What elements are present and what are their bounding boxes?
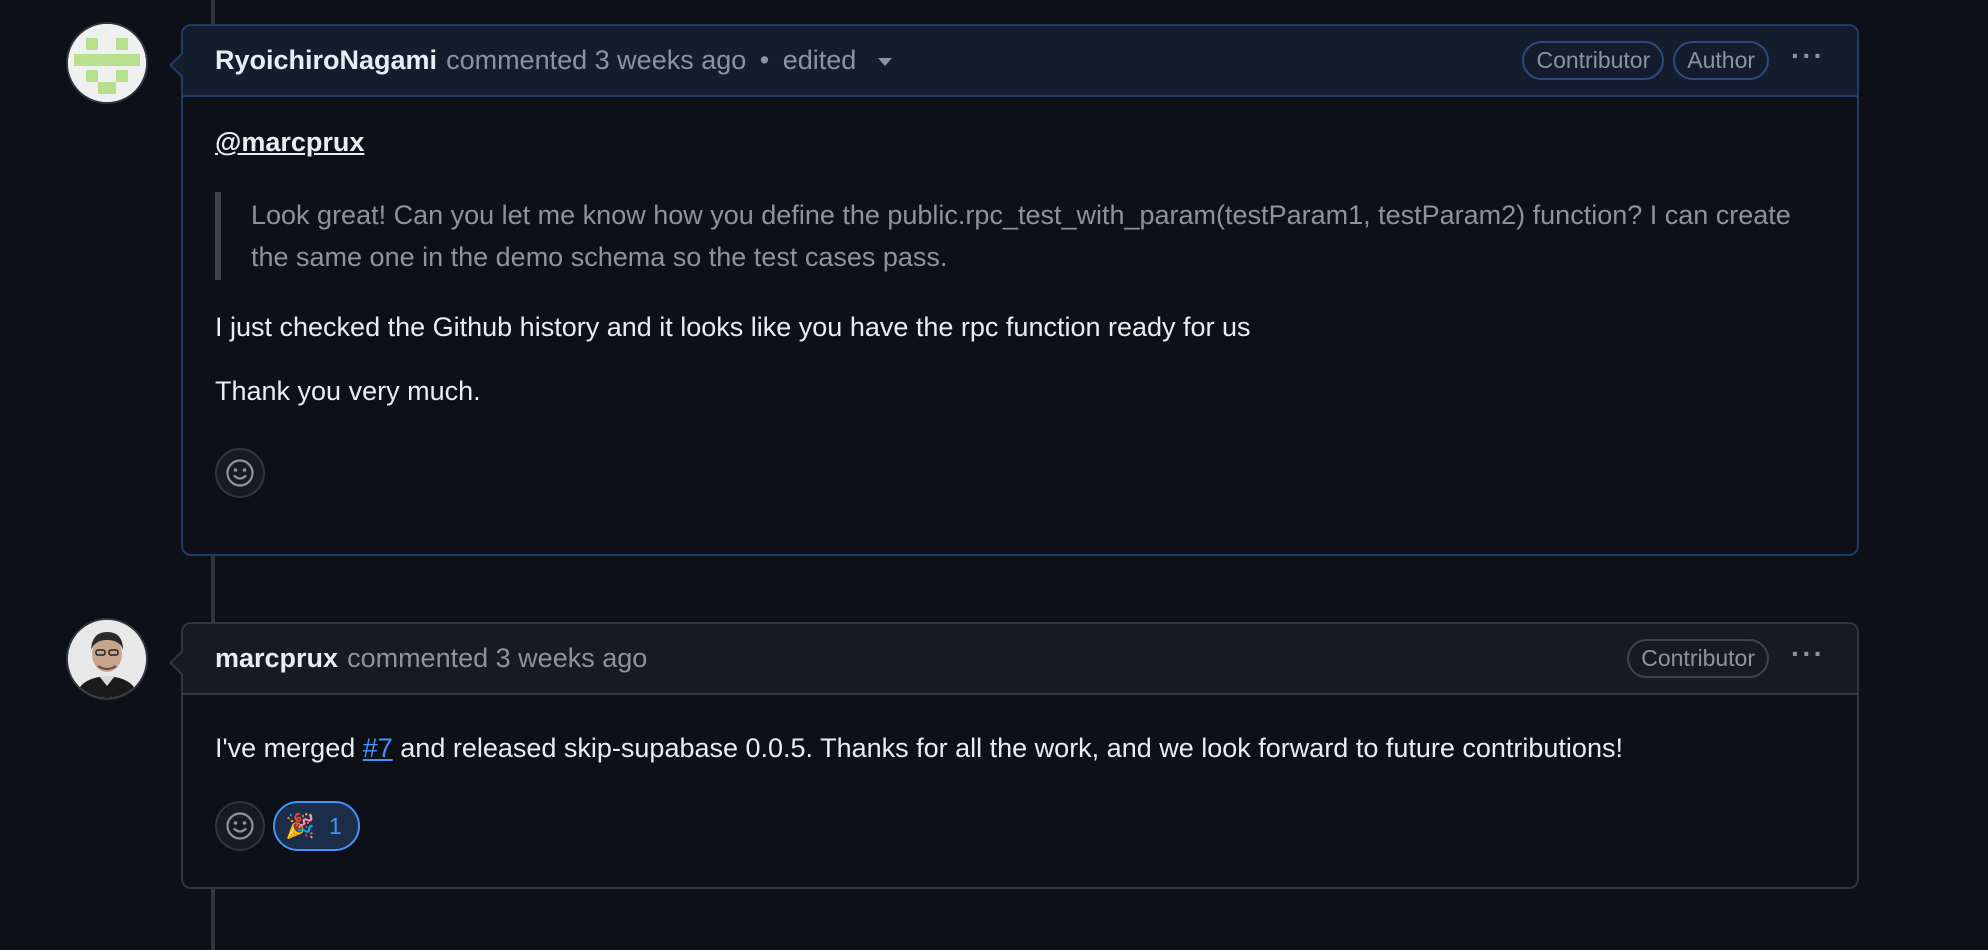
edited-separator: • [759, 45, 770, 75]
comment-author[interactable]: marcprux [215, 643, 338, 674]
comment-pointer [169, 52, 183, 78]
contributor-badge: Contributor [1627, 639, 1770, 678]
comment-header: marcprux commented 3 weeks ago Contribut… [169, 624, 1857, 695]
quoted-reply: Look great! Can you let me know how you … [215, 192, 1825, 280]
comment-paragraph: I've merged #7 and released skip-supabas… [215, 731, 1825, 765]
avatar-marcprux[interactable] [66, 618, 148, 700]
reactions-bar [215, 438, 1825, 524]
identicon-avatar [68, 24, 146, 102]
triangle-down-icon[interactable] [877, 57, 892, 66]
party-popper-icon: 🎉 [285, 812, 315, 840]
comment-paragraph: I just checked the Github history and it… [215, 312, 1251, 342]
comment-header: RyoichiroNagami commented 3 weeks ago • … [169, 26, 1857, 97]
author-badge: Author [1673, 41, 1770, 80]
comment-card: RyoichiroNagami commented 3 weeks ago • … [169, 24, 1859, 556]
body-text: and released skip-supabase 0.0.5. Thanks… [392, 733, 1623, 763]
comment-timestamp[interactable]: 3 weeks ago [595, 45, 747, 75]
comment-meta: commented 3 weeks ago [347, 643, 647, 674]
comment-meta: commented 3 weeks ago • edited [446, 45, 892, 76]
contributor-badge: Contributor [1522, 41, 1665, 80]
comment-body: I've merged #7 and released skip-supabas… [183, 695, 1857, 877]
pull-request-link[interactable]: #7 [363, 733, 393, 763]
body-text: I've merged [215, 733, 363, 763]
comment-action: commented [347, 643, 489, 673]
avatar-ryoichironagami[interactable] [66, 22, 148, 104]
comment-author[interactable]: RyoichiroNagami [215, 45, 437, 76]
user-mention[interactable]: @marcprux [215, 127, 364, 157]
smiley-icon [226, 812, 254, 840]
comment-pointer [169, 650, 183, 676]
comment-action: commented [446, 45, 588, 75]
kebab-horizontal-icon[interactable]: ··· [1791, 639, 1825, 678]
add-reaction-button[interactable] [215, 801, 265, 851]
reaction-count: 1 [328, 812, 342, 839]
comment-timestamp[interactable]: 3 weeks ago [496, 643, 648, 673]
edited-label[interactable]: edited [783, 45, 857, 75]
kebab-horizontal-icon[interactable]: ··· [1791, 41, 1825, 80]
comment-card: marcprux commented 3 weeks ago Contribut… [169, 622, 1859, 889]
comment-paragraph: Thank you very much. [215, 376, 481, 406]
comment-body: @marcprux Look great! Can you let me kno… [183, 97, 1857, 524]
add-reaction-button[interactable] [215, 448, 265, 498]
smiley-icon [226, 459, 254, 487]
reaction-hooray-button[interactable]: 🎉 1 [273, 801, 360, 851]
profile-photo [68, 620, 146, 698]
reactions-bar: 🎉 1 [215, 791, 1825, 877]
